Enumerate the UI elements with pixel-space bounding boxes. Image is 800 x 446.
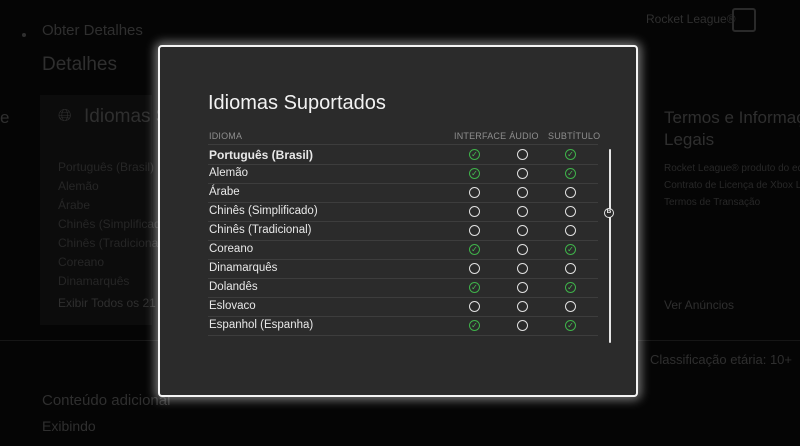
column-header-audio: ÁUDIO (509, 131, 539, 141)
audio-unsupported-circle-icon (517, 244, 528, 255)
language-name: Chinês (Simplificado) (209, 205, 318, 217)
scrollbar-thumb[interactable]: B (604, 208, 614, 218)
subtitle-supported-check-icon: ✓ (565, 244, 576, 255)
page-title: Detalhes (42, 54, 117, 75)
supported-languages-dialog[interactable]: Idiomas Suportados IDIOMA INTERFACE ÁUDI… (158, 45, 638, 397)
terms-line: Contrato de Licença de Xbox Live (664, 180, 800, 191)
additional-content-heading: Conteúdo adicional (42, 392, 171, 409)
terms-heading-line-2: Legais (664, 130, 715, 149)
nav-bullet-icon (22, 33, 26, 37)
list-item: Coreano (58, 255, 105, 269)
interface-supported-check-icon: ✓ (469, 244, 480, 255)
list-item: Chinês (Simplificado) (58, 217, 172, 231)
language-name: Árabe (209, 186, 240, 198)
audio-unsupported-circle-icon (517, 263, 528, 274)
audio-unsupported-circle-icon (517, 282, 528, 293)
table-row[interactable]: Dinamarquês (208, 261, 598, 279)
show-all-languages-link[interactable]: Exibir Todos os 21 (58, 296, 156, 310)
column-header-subtitle: SUBTÍTULO (548, 131, 601, 141)
interface-supported-check-icon: ✓ (469, 282, 480, 293)
audio-unsupported-circle-icon (517, 187, 528, 198)
list-item: Português (Brasil) (58, 160, 155, 174)
globe-icon: 🌐︎ (58, 106, 72, 125)
subtitle-supported-check-icon: ✓ (565, 320, 576, 331)
avatar[interactable] (732, 8, 756, 32)
language-name: Eslovaco (209, 300, 256, 312)
languages-card (40, 95, 152, 325)
audio-unsupported-circle-icon (517, 225, 528, 236)
subtitle-supported-check-icon: ✓ (565, 168, 576, 179)
right-stick-icon: B (606, 208, 612, 215)
language-name: Dolandês (209, 281, 258, 293)
interface-unsupported-circle-icon (469, 187, 480, 198)
subtitle-unsupported-circle-icon (565, 206, 576, 217)
view-all-link[interactable]: Ver Anúncios (664, 298, 734, 312)
header-divider (208, 144, 598, 145)
table-row[interactable]: Espanhol (Espanha) ✓ ✓ (208, 318, 598, 336)
audio-unsupported-circle-icon (517, 206, 528, 217)
list-item: Árabe (58, 198, 91, 212)
interface-supported-check-icon: ✓ (469, 149, 480, 160)
terms-line: Termos de Transação (664, 197, 761, 208)
table-row[interactable]: Dolandês ✓ ✓ (208, 280, 598, 298)
language-name: Alemão (209, 167, 248, 179)
language-name: Espanhol (Espanha) (209, 319, 314, 331)
audio-unsupported-circle-icon (517, 301, 528, 312)
list-item: Dinamarquês (58, 274, 130, 288)
language-name: Português (Brasil) (209, 148, 314, 162)
language-name: Dinamarquês (209, 262, 278, 274)
terms-heading: Termos e Informações (664, 108, 800, 127)
column-header-language: IDIOMA (209, 131, 243, 141)
list-item: Chinês (Tradicional) (58, 236, 165, 250)
subtitle-supported-check-icon: ✓ (565, 149, 576, 160)
subtitle-unsupported-circle-icon (565, 263, 576, 274)
user-label: Rocket League® (646, 12, 736, 26)
dialog-title: Idiomas Suportados (208, 92, 386, 114)
table-row[interactable]: Alemão ✓ ✓ (208, 166, 598, 184)
terms-line: Rocket League® produto do editor (664, 163, 800, 174)
table-row[interactable]: Eslovaco (208, 299, 598, 317)
column-header-interface: INTERFACE (454, 131, 507, 141)
subtitle-unsupported-circle-icon (565, 301, 576, 312)
subtitle-unsupported-circle-icon (565, 187, 576, 198)
interface-supported-check-icon: ✓ (469, 168, 480, 179)
screen: Obter Detalhes Detalhes e 🌐︎ Idiomas Sup… (0, 0, 800, 446)
subtitle-unsupported-circle-icon (565, 225, 576, 236)
left-edge-text: e (0, 108, 10, 127)
scrollbar-track[interactable] (609, 149, 611, 343)
interface-unsupported-circle-icon (469, 301, 480, 312)
rating-text: Classificação etária: 10+ (650, 352, 792, 367)
list-item: Alemão (58, 179, 99, 193)
languages-table[interactable]: Português (Brasil) ✓ ✓ Alemão ✓ ✓ Árabe Chinês … (208, 147, 598, 337)
table-row[interactable]: Chinês (Tradicional) (208, 223, 598, 241)
audio-unsupported-circle-icon (517, 149, 528, 160)
interface-unsupported-circle-icon (469, 263, 480, 274)
interface-supported-check-icon: ✓ (469, 320, 480, 331)
subtitle-supported-check-icon: ✓ (565, 282, 576, 293)
table-row[interactable]: Árabe (208, 185, 598, 203)
language-name: Coreano (209, 243, 254, 255)
table-row[interactable]: Coreano ✓ ✓ (208, 242, 598, 260)
table-row[interactable]: Chinês (Simplificado) (208, 204, 598, 222)
table-row[interactable]: Português (Brasil) ✓ ✓ (208, 147, 598, 165)
interface-unsupported-circle-icon (469, 225, 480, 236)
language-name: Chinês (Tradicional) (209, 224, 312, 236)
audio-unsupported-circle-icon (517, 320, 528, 331)
additional-content-subtext: Exibindo (42, 418, 96, 434)
audio-unsupported-circle-icon (517, 168, 528, 179)
breadcrumb: Obter Detalhes (42, 22, 143, 39)
interface-unsupported-circle-icon (469, 206, 480, 217)
